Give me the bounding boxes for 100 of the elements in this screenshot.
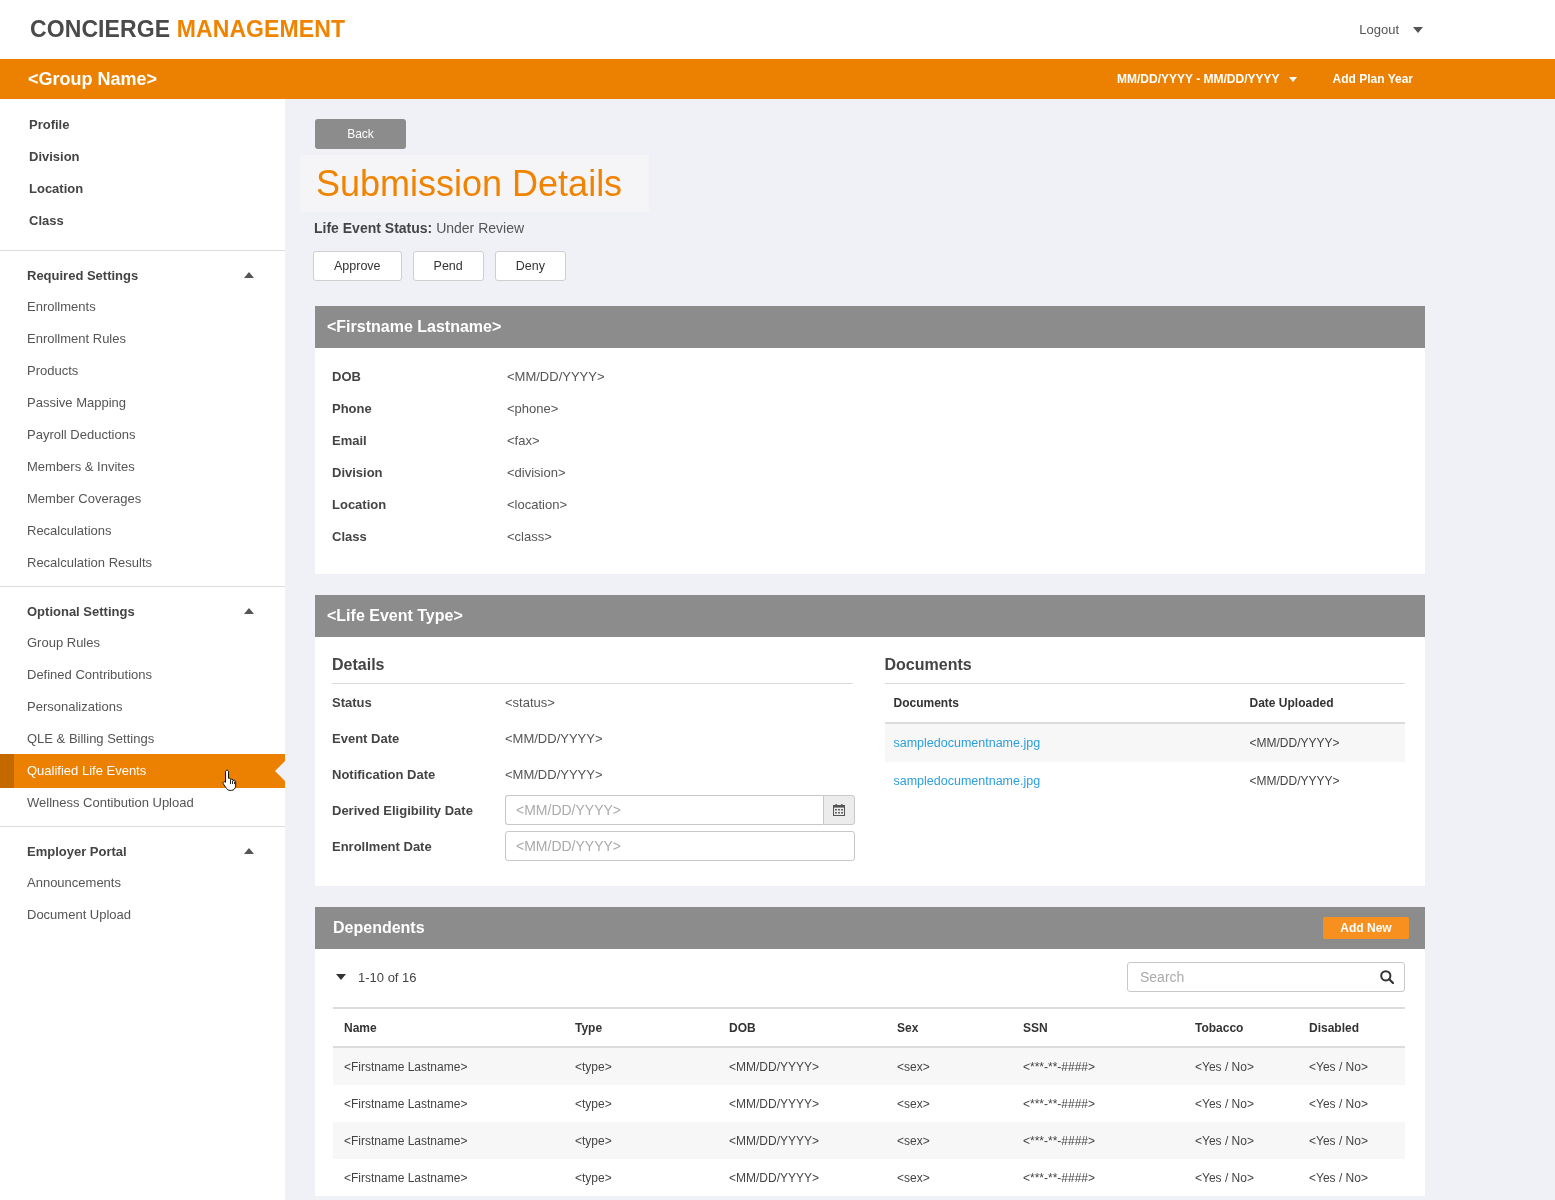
section-title: Required Settings xyxy=(27,267,139,283)
table-cell-text: <type> xyxy=(574,1133,613,1148)
table-cell-text: <MM/DD/YYYY> xyxy=(728,1133,821,1148)
status-text: Life Event Status: Under Review xyxy=(314,219,526,238)
table-cell-text: <Firstname Lastname> xyxy=(343,1096,469,1111)
calendar-icon xyxy=(833,804,845,816)
table-cell-text: <sex> xyxy=(896,1059,931,1074)
table-cell-text: <MM/DD/YYYY> xyxy=(1248,774,1340,788)
action-button[interactable]: Pend xyxy=(412,251,484,281)
column-header: Tobacco xyxy=(1194,1020,1245,1035)
sidebar-item[interactable]: QLE & Billing Settings xyxy=(0,723,285,755)
caret-icon[interactable] xyxy=(244,848,254,854)
sidebar-item[interactable]: Payroll Deductions xyxy=(0,419,285,451)
field-value: <division> xyxy=(507,464,566,480)
field-label: Status xyxy=(332,694,373,710)
sidebar-item[interactable]: Announcements xyxy=(0,867,285,899)
field-value: <class> xyxy=(507,528,552,544)
table-cell-text: <Yes / No> xyxy=(1308,1096,1369,1111)
field-value: <MM/DD/YYYY> xyxy=(505,766,603,782)
table-cell-text: <Firstname Lastname> xyxy=(343,1133,469,1148)
field-value: <fax> xyxy=(507,432,540,448)
column-header: Sex xyxy=(896,1020,920,1035)
field-label: Derived Eligibility Date xyxy=(332,802,474,818)
table-cell-text: <type> xyxy=(574,1059,613,1074)
card-title: <Firstname Lastname> xyxy=(327,318,502,336)
field-value: <MM/DD/YYYY> xyxy=(505,730,603,746)
sidebar-item[interactable]: Group Rules xyxy=(0,627,285,659)
sidebar-item[interactable]: Profile xyxy=(0,109,285,141)
field-label: Notification Date xyxy=(332,766,437,782)
caret-icon xyxy=(1413,26,1423,33)
field-label: Email xyxy=(332,432,368,448)
table-cell-text: <***-**-####> xyxy=(1022,1059,1097,1074)
action-button[interactable]: Deny xyxy=(494,251,566,281)
field-label: Class xyxy=(332,528,368,544)
sidebar-item[interactable]: Enrollment Rules xyxy=(0,323,285,355)
card-title: <Life Event Type> xyxy=(327,607,463,625)
table-cell-text: <Yes / No> xyxy=(1308,1133,1369,1148)
column-header: Disabled xyxy=(1308,1020,1360,1035)
caret-icon[interactable] xyxy=(244,272,254,278)
sidebar-item[interactable]: Personalizations xyxy=(0,691,285,723)
table-cell-text: <type> xyxy=(574,1096,613,1111)
sidebar-item[interactable]: Wellness Contibution Upload xyxy=(0,787,285,819)
field-value: <location> xyxy=(507,496,567,512)
field-label: Division xyxy=(332,464,384,480)
app-logo: CONCIERGE MANAGEMENT xyxy=(30,16,346,43)
table-cell-text: <Yes / No> xyxy=(1194,1096,1255,1111)
logout-menu-button[interactable]: Logout xyxy=(1359,22,1423,37)
column-header: Date Uploaded xyxy=(1248,696,1334,710)
sidebar-item[interactable]: Members & Invites xyxy=(0,451,285,483)
sidebar-item[interactable]: Location xyxy=(0,173,285,205)
card-title: Dependents xyxy=(333,919,425,937)
column-header: Name xyxy=(343,1020,378,1035)
sidebar-item[interactable]: Division xyxy=(0,141,285,173)
table-cell-text: <***-**-####> xyxy=(1022,1096,1097,1111)
table-cell-text: <***-**-####> xyxy=(1022,1170,1097,1185)
hand-cursor-icon xyxy=(222,769,238,791)
field-value: <MM/DD/YYYY> xyxy=(507,368,605,384)
field-value: <phone> xyxy=(507,400,559,416)
caret-icon[interactable] xyxy=(244,608,254,614)
date-input-field[interactable]: <MM/DD/YYYY> xyxy=(505,831,855,861)
search-icon xyxy=(1380,970,1394,984)
column-header: DOB xyxy=(728,1020,757,1035)
table-cell-text: <Firstname Lastname> xyxy=(343,1059,469,1074)
sidebar-item[interactable]: Recalculations xyxy=(0,515,285,547)
calendar-button[interactable] xyxy=(823,795,855,825)
field-label: Enrollment Date xyxy=(332,838,433,854)
column-header: SSN xyxy=(1022,1020,1049,1035)
column-header: Type xyxy=(574,1020,604,1035)
group-name: <Group Name> xyxy=(28,68,158,90)
field-label: Event Date xyxy=(332,730,401,746)
sidebar-item[interactable]: Class xyxy=(0,205,285,237)
table-cell-text: <MM/DD/YYYY> xyxy=(1248,736,1340,750)
table-cell-text: <MM/DD/YYYY> xyxy=(728,1096,821,1111)
table-cell-text: <type> xyxy=(574,1170,613,1185)
page-title: Submission Details xyxy=(300,155,650,212)
sidebar-item[interactable]: Products xyxy=(0,355,285,387)
sidebar-item[interactable]: Document Upload xyxy=(0,899,285,931)
date-input-field[interactable]: <MM/DD/YYYY> xyxy=(505,795,823,825)
field-label: Phone xyxy=(332,400,373,416)
action-button[interactable]: Approve xyxy=(313,251,402,281)
range-toggle[interactable]: 1-10 of 16 xyxy=(333,969,417,985)
sidebar-item[interactable]: Defined Contributions xyxy=(0,659,285,691)
search-field[interactable]: Search xyxy=(1127,962,1405,992)
column-header: Documents xyxy=(892,696,960,710)
section-title: Optional Settings xyxy=(27,603,135,619)
sidebar-item[interactable]: Member Coverages xyxy=(0,483,285,515)
table-cell-text: <***-**-####> xyxy=(1022,1133,1097,1148)
field-label: DOB xyxy=(332,368,362,384)
sidebar-item[interactable]: Passive Mapping xyxy=(0,387,285,419)
table-cell-text: <Yes / No> xyxy=(1308,1170,1369,1185)
sidebar-item[interactable]: Enrollments xyxy=(0,291,285,323)
section-title: Employer Portal xyxy=(27,843,127,859)
table-cell-text: <Yes / No> xyxy=(1194,1170,1255,1185)
table-cell-text: <sex> xyxy=(896,1170,931,1185)
section-heading: Documents xyxy=(884,655,1405,684)
field-label: Location xyxy=(332,496,388,512)
table-cell-text: <sex> xyxy=(896,1133,931,1148)
sidebar-item[interactable]: Recalculation Results xyxy=(0,547,285,579)
field-value: <status> xyxy=(505,694,555,710)
table-cell-text: <Yes / No> xyxy=(1194,1059,1255,1074)
